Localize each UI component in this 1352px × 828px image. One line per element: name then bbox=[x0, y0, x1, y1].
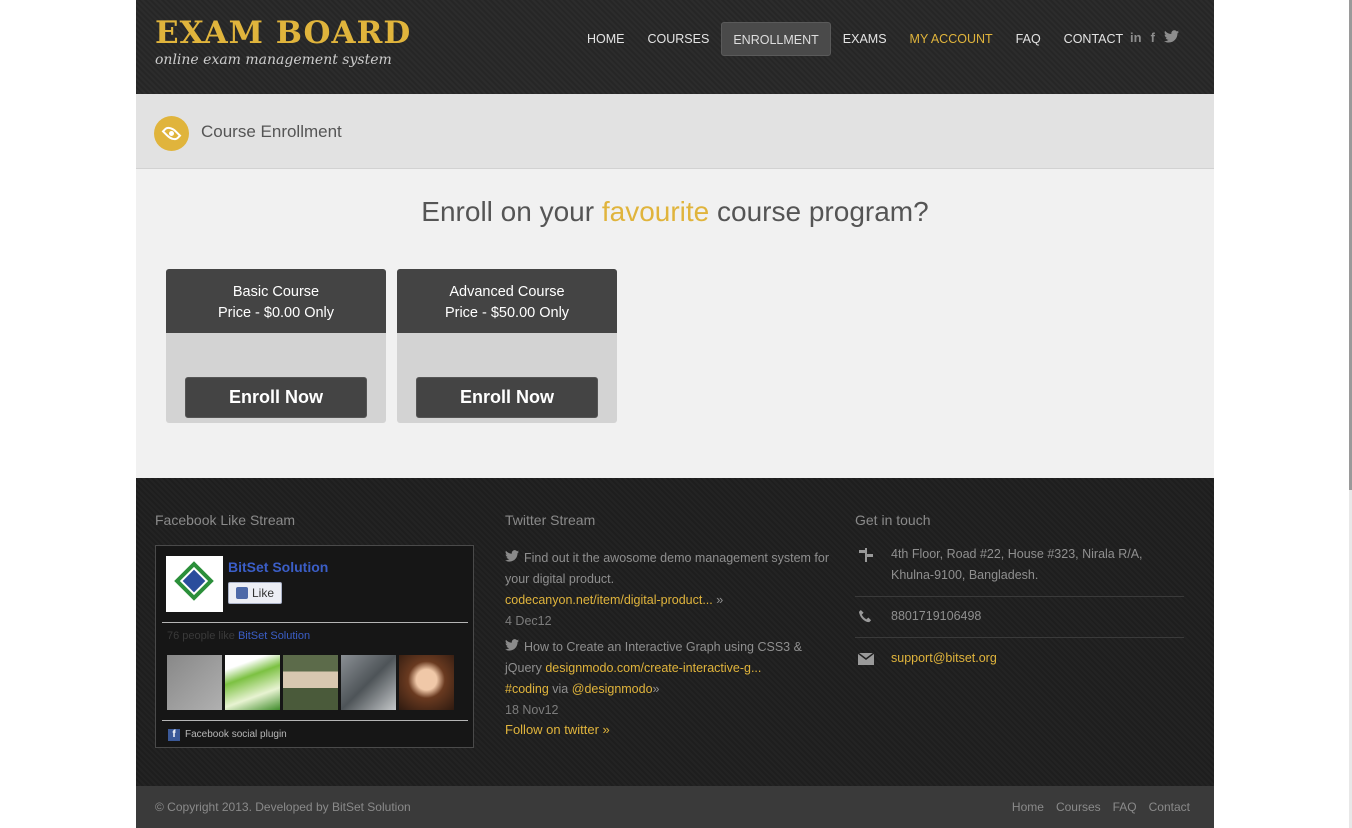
footer-link-faq[interactable]: FAQ bbox=[1113, 800, 1137, 814]
site-footer: Facebook Like Stream BitSet Solution Lik… bbox=[136, 478, 1214, 786]
course-price: Price - $50.00 Only bbox=[444, 305, 570, 321]
footer-link-courses[interactable]: Courses bbox=[1056, 800, 1101, 814]
like-count-link[interactable]: BitSet Solution bbox=[238, 630, 310, 642]
fan-avatar[interactable] bbox=[399, 655, 454, 710]
phone-icon bbox=[858, 609, 873, 628]
headline-pre: Enroll on your bbox=[421, 196, 602, 227]
tweet-via: via bbox=[552, 682, 569, 696]
enroll-basic-button[interactable]: Enroll Now bbox=[185, 377, 367, 418]
headline-highlight: favourite bbox=[601, 196, 710, 227]
signpost-icon bbox=[858, 547, 874, 567]
logo-title: EXAM BOARD bbox=[155, 15, 412, 51]
tweet-link[interactable]: designmodo.com/create-interactive-g... bbox=[545, 661, 761, 675]
nav-exams[interactable]: EXAMS bbox=[832, 22, 898, 56]
fan-avatar[interactable] bbox=[341, 655, 396, 710]
fan-avatar[interactable] bbox=[283, 655, 338, 710]
contact-title: Get in touch bbox=[855, 512, 931, 528]
fan-avatar[interactable] bbox=[225, 655, 280, 710]
page-title: Course Enrollment bbox=[201, 122, 342, 141]
tweet-item: How to Create an Interactive Graph using… bbox=[505, 639, 802, 717]
twitter-stream-title: Twitter Stream bbox=[505, 512, 596, 528]
footer-link-home[interactable]: Home bbox=[1012, 800, 1044, 814]
follow-twitter-link[interactable]: Follow on twitter » bbox=[505, 722, 610, 737]
contact-email[interactable]: support@bitset.org bbox=[891, 648, 997, 669]
nav-my-account[interactable]: MY ACCOUNT bbox=[899, 22, 1004, 56]
tweet-link[interactable]: codecanyon.net/item/digital-product... bbox=[505, 593, 713, 607]
contact-phone: 8801719106498 bbox=[891, 609, 982, 623]
tweet-item: Find out it the awosome demo management … bbox=[505, 550, 830, 628]
like-count-text: 76 people like bbox=[167, 630, 238, 642]
fan-avatar[interactable] bbox=[167, 655, 222, 710]
plugin-label: Facebook social plugin bbox=[185, 729, 287, 740]
copyright-bar: © Copyright 2013. Developed by BitSet So… bbox=[136, 786, 1214, 828]
facebook-stream-title: Facebook Like Stream bbox=[155, 512, 296, 528]
envelope-icon bbox=[857, 652, 875, 669]
enroll-advanced-button[interactable]: Enroll Now bbox=[416, 377, 598, 418]
course-card-basic: Basic Course Price - $0.00 Only Enroll N… bbox=[166, 269, 386, 423]
copyright-text: © Copyright 2013. Developed by BitSet So… bbox=[155, 800, 411, 814]
facebook-icon: f bbox=[168, 729, 180, 741]
eye-icon bbox=[154, 116, 189, 151]
nav-faq[interactable]: FAQ bbox=[1005, 22, 1052, 56]
social-links: in f bbox=[1130, 30, 1179, 47]
divider bbox=[162, 622, 468, 623]
facebook-like-box: BitSet Solution Like 76 people like BitS… bbox=[155, 545, 474, 748]
nav-enrollment[interactable]: ENROLLMENT bbox=[721, 22, 831, 56]
page: EXAM BOARD online exam management system… bbox=[136, 0, 1214, 828]
main-nav: HOME COURSES ENROLLMENT EXAMS MY ACCOUNT… bbox=[576, 22, 1135, 56]
logo-subtitle: online exam management system bbox=[155, 52, 392, 68]
logo[interactable]: EXAM BOARD online exam management system bbox=[155, 16, 411, 68]
site-header: EXAM BOARD online exam management system… bbox=[136, 0, 1214, 94]
course-card-advanced: Advanced Course Price - $50.00 Only Enro… bbox=[397, 269, 617, 423]
course-price: Price - $0.00 Only bbox=[217, 305, 335, 321]
linkedin-icon[interactable]: in bbox=[1130, 30, 1142, 47]
nav-home[interactable]: HOME bbox=[576, 22, 636, 56]
footer-links: Home Courses FAQ Contact bbox=[1012, 800, 1190, 814]
facebook-plugin-label[interactable]: f Facebook social plugin bbox=[168, 729, 287, 741]
contact-email-row: support@bitset.org bbox=[855, 648, 1184, 678]
contact-address-row: 4th Floor, Road #22, House #323, Nirala … bbox=[855, 544, 1184, 597]
facebook-icon[interactable]: f bbox=[1151, 30, 1155, 47]
twitter-icon bbox=[505, 550, 519, 565]
tweet-handle[interactable]: @designmodo bbox=[572, 682, 653, 696]
twitter-icon bbox=[505, 639, 519, 654]
tweet-text: Find out it the awosome demo management … bbox=[505, 551, 830, 586]
facebook-page-name[interactable]: BitSet Solution bbox=[228, 559, 328, 575]
tweet-hashtag[interactable]: #coding bbox=[505, 682, 549, 696]
tweet-date: 4 Dec12 bbox=[505, 614, 552, 628]
course-card-header: Basic Course Price - $0.00 Only bbox=[166, 269, 386, 333]
thumbs-up-icon bbox=[236, 587, 248, 599]
headline-post: course program? bbox=[709, 196, 929, 227]
nav-contact[interactable]: CONTACT bbox=[1053, 22, 1135, 56]
divider bbox=[162, 720, 468, 721]
course-name: Basic Course bbox=[232, 284, 320, 300]
footer-link-contact[interactable]: Contact bbox=[1149, 800, 1190, 814]
bitset-logo[interactable] bbox=[166, 556, 223, 612]
enroll-headline: Enroll on your favourite course program? bbox=[136, 196, 1214, 228]
tweet-date: 18 Nov12 bbox=[505, 703, 559, 717]
course-card-header: Advanced Course Price - $50.00 Only bbox=[397, 269, 617, 333]
page-title-bar: Course Enrollment bbox=[136, 94, 1214, 169]
course-name: Advanced Course bbox=[449, 284, 565, 300]
facebook-like-button[interactable]: Like bbox=[228, 582, 283, 604]
twitter-icon[interactable] bbox=[1163, 30, 1179, 47]
contact-phone-row: 8801719106498 bbox=[855, 606, 1184, 638]
facebook-faces bbox=[167, 655, 454, 710]
like-label: Like bbox=[252, 586, 275, 600]
nav-courses[interactable]: COURSES bbox=[637, 22, 721, 56]
contact-address: 4th Floor, Road #22, House #323, Nirala … bbox=[891, 547, 1143, 582]
facebook-like-count: 76 people like BitSet Solution bbox=[167, 630, 310, 642]
